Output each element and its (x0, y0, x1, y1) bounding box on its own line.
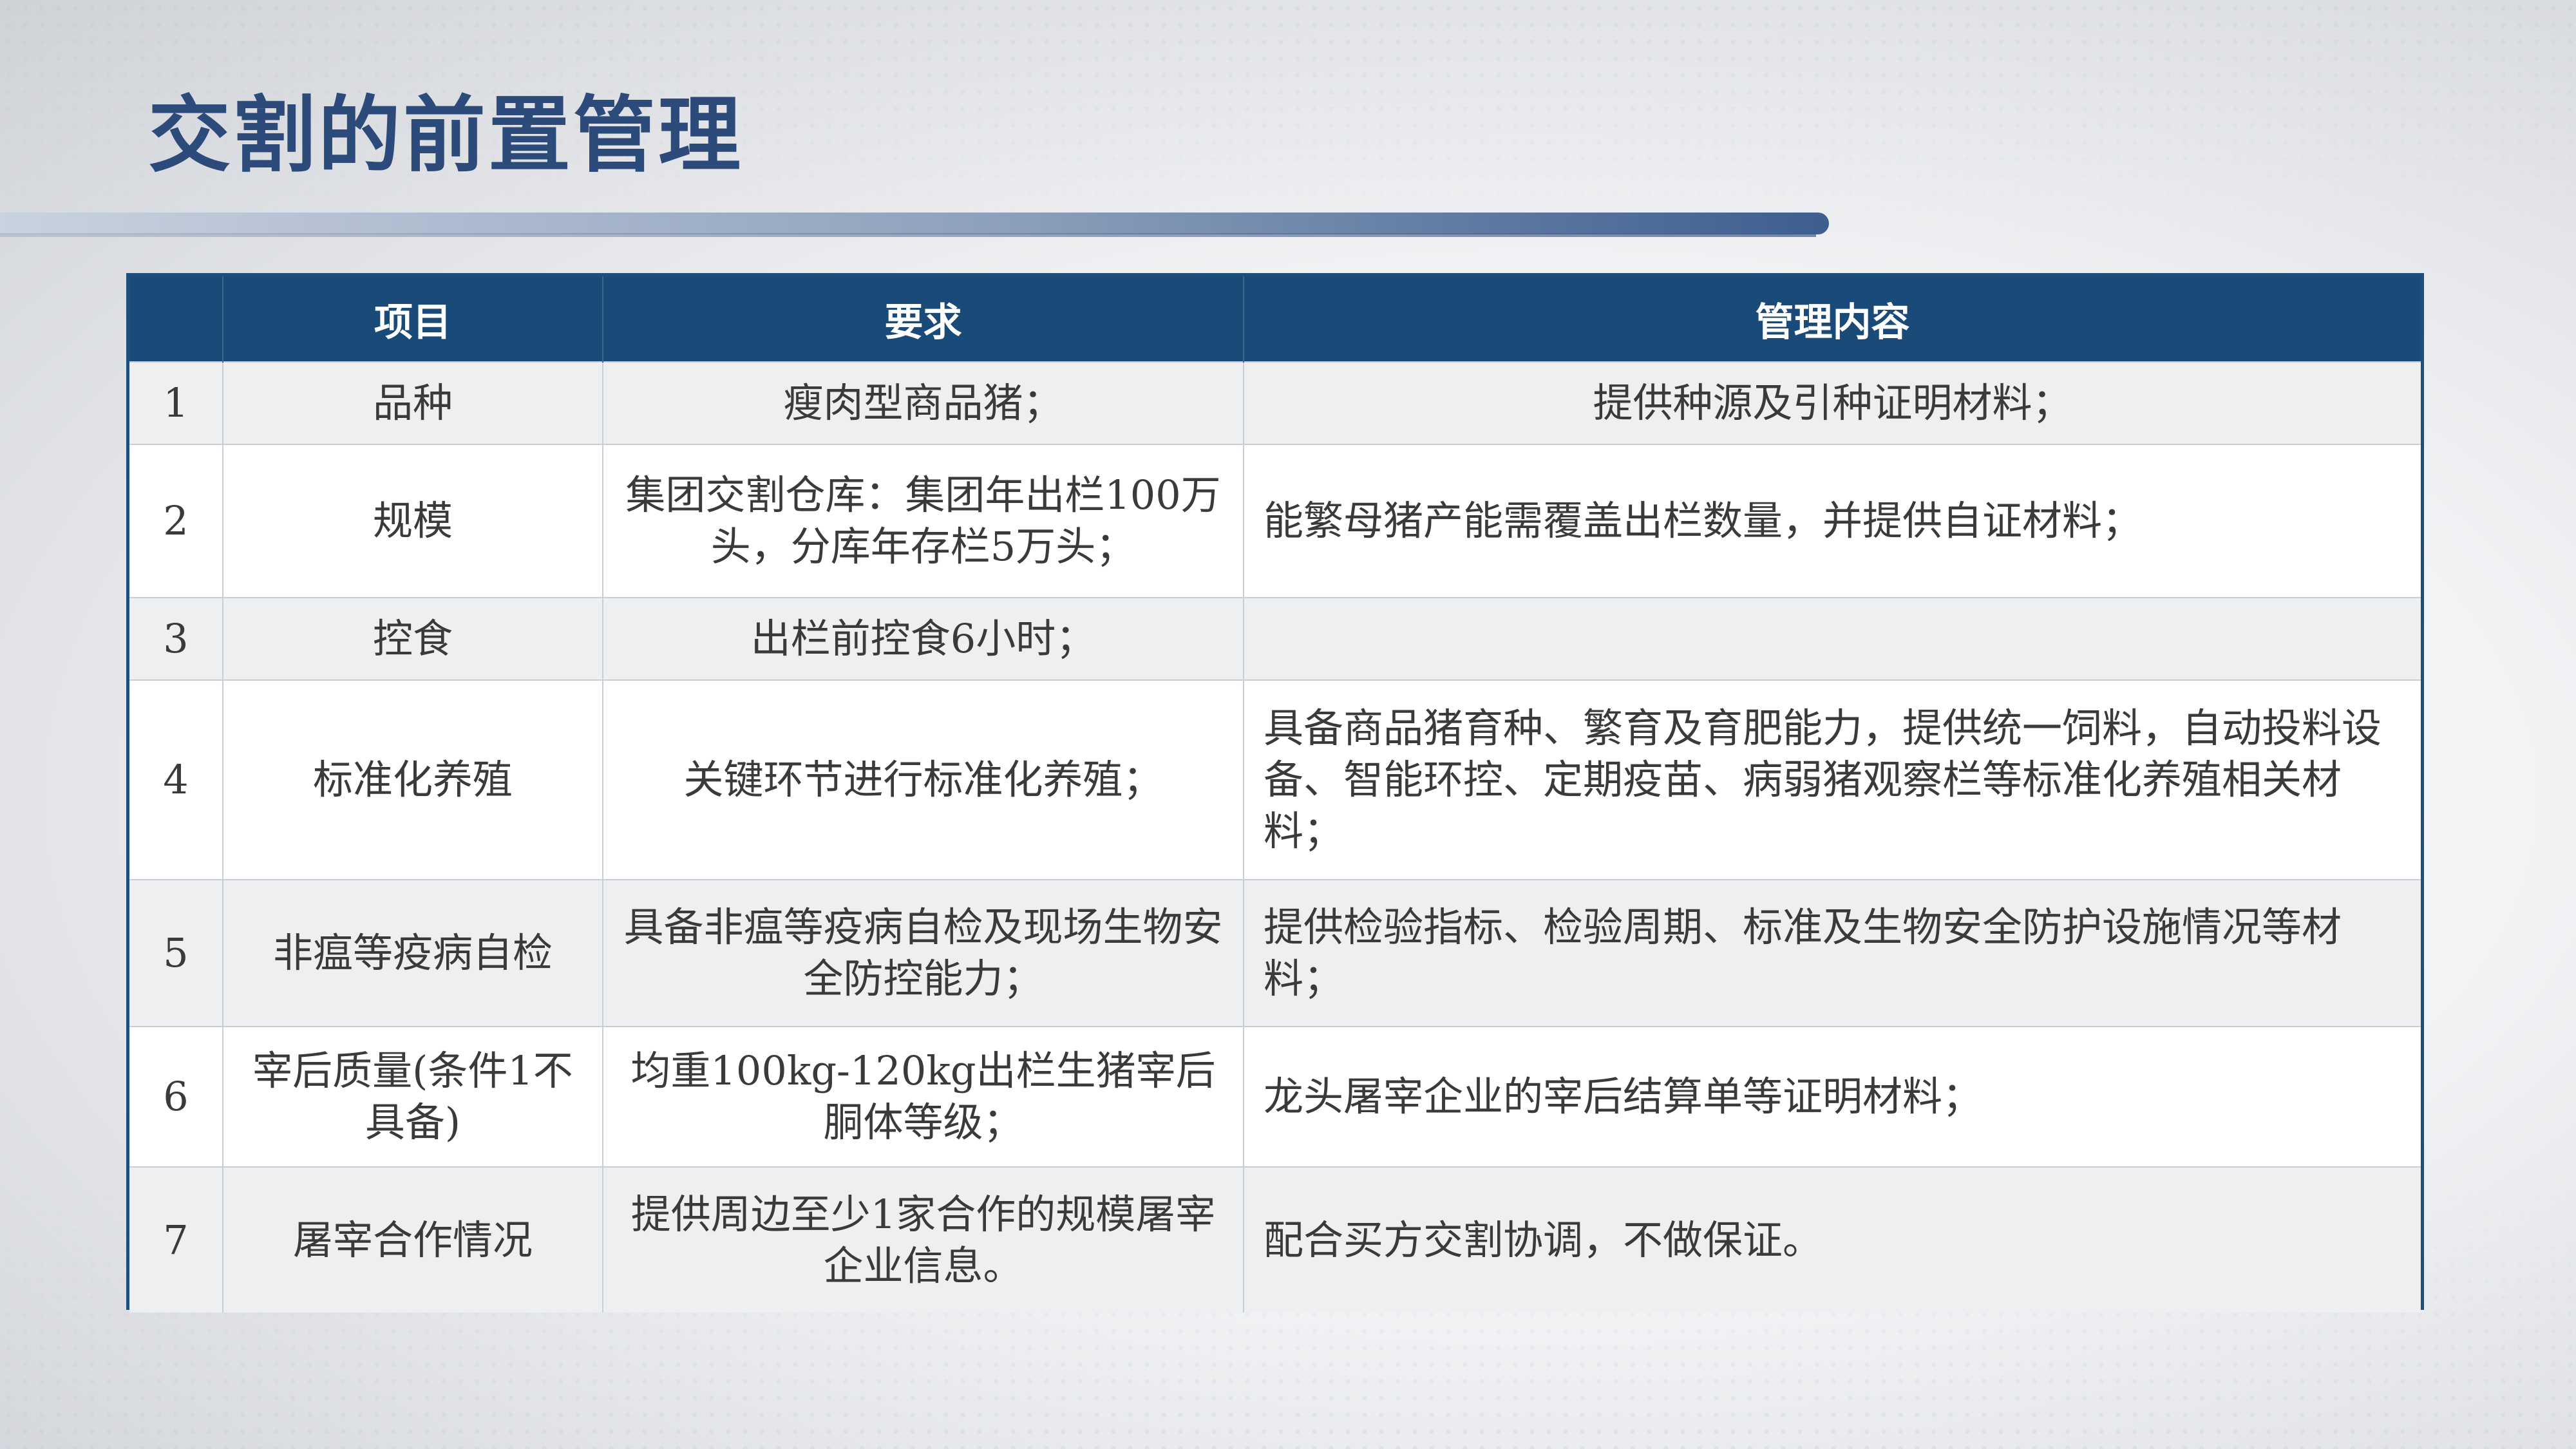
row-requirement: 具备非瘟等疫病自检及现场生物安全防控能力； (602, 879, 1244, 1027)
table-row: 2 规模 集团交割仓库：集团年出栏100万头，分库年存栏5万头； 能繁母猪产能需… (129, 444, 2421, 598)
row-content: 具备商品猪育种、繁育及育肥能力，提供统一饲料，自动投料设备、智能环控、定期疫苗、… (1243, 679, 2421, 880)
row-content: 龙头屠宰企业的宰后结算单等证明材料； (1243, 1026, 2421, 1167)
row-requirement: 提供周边至少1家合作的规模屠宰企业信息。 (602, 1166, 1244, 1312)
row-number: 5 (129, 879, 223, 1027)
row-item: 屠宰合作情况 (222, 1166, 603, 1312)
row-content: 能繁母猪产能需覆盖出栏数量，并提供自证材料； (1243, 444, 2421, 598)
header-item: 项目 (222, 276, 603, 362)
row-number: 2 (129, 444, 223, 598)
requirements-table: 项目 要求 管理内容 1 品种 瘦肉型商品猪； 提供种源及引种证明材料； 2 规… (126, 273, 2424, 1312)
table-row: 1 品种 瘦肉型商品猪； 提供种源及引种证明材料； (129, 361, 2421, 444)
title-divider-shadow (0, 233, 1816, 237)
row-item: 控食 (222, 597, 603, 680)
row-content: 提供种源及引种证明材料； (1243, 361, 2421, 444)
table-row: 6 宰后质量(条件1不具备) 均重100kg-120kg出栏生猪宰后胴体等级； … (129, 1026, 2421, 1167)
table-row: 5 非瘟等疫病自检 具备非瘟等疫病自检及现场生物安全防控能力； 提供检验指标、检… (129, 879, 2421, 1027)
table-row: 4 标准化养殖 关键环节进行标准化养殖； 具备商品猪育种、繁育及育肥能力，提供统… (129, 679, 2421, 880)
row-item: 标准化养殖 (222, 679, 603, 880)
header-requirement: 要求 (602, 276, 1244, 362)
table-row: 3 控食 出栏前控食6小时； (129, 597, 2421, 680)
row-content: 提供检验指标、检验周期、标准及生物安全防护设施情况等材料； (1243, 879, 2421, 1027)
row-requirement: 关键环节进行标准化养殖； (602, 679, 1244, 880)
table-header-row: 项目 要求 管理内容 (129, 276, 2421, 362)
table-row: 7 屠宰合作情况 提供周边至少1家合作的规模屠宰企业信息。 配合买方交割协调，不… (129, 1166, 2421, 1312)
row-number: 1 (129, 361, 223, 444)
row-number: 4 (129, 679, 223, 880)
page-title: 交割的前置管理 (148, 87, 744, 184)
row-requirement: 出栏前控食6小时； (602, 597, 1244, 680)
row-content: 配合买方交割协调，不做保证。 (1243, 1166, 2421, 1312)
title-divider-bar (0, 213, 1829, 234)
row-item: 规模 (222, 444, 603, 598)
row-item: 品种 (222, 361, 603, 444)
row-number: 6 (129, 1026, 223, 1167)
row-item: 非瘟等疫病自检 (222, 879, 603, 1027)
row-item: 宰后质量(条件1不具备) (222, 1026, 603, 1167)
row-number: 7 (129, 1166, 223, 1312)
row-requirement: 集团交割仓库：集团年出栏100万头，分库年存栏5万头； (602, 444, 1244, 598)
row-requirement: 均重100kg-120kg出栏生猪宰后胴体等级； (602, 1026, 1244, 1167)
table: 项目 要求 管理内容 1 品种 瘦肉型商品猪； 提供种源及引种证明材料； 2 规… (129, 276, 2421, 1312)
row-content (1243, 597, 2421, 680)
row-requirement: 瘦肉型商品猪； (602, 361, 1244, 444)
header-content: 管理内容 (1243, 276, 2421, 362)
row-number: 3 (129, 597, 223, 680)
header-no (129, 276, 223, 362)
